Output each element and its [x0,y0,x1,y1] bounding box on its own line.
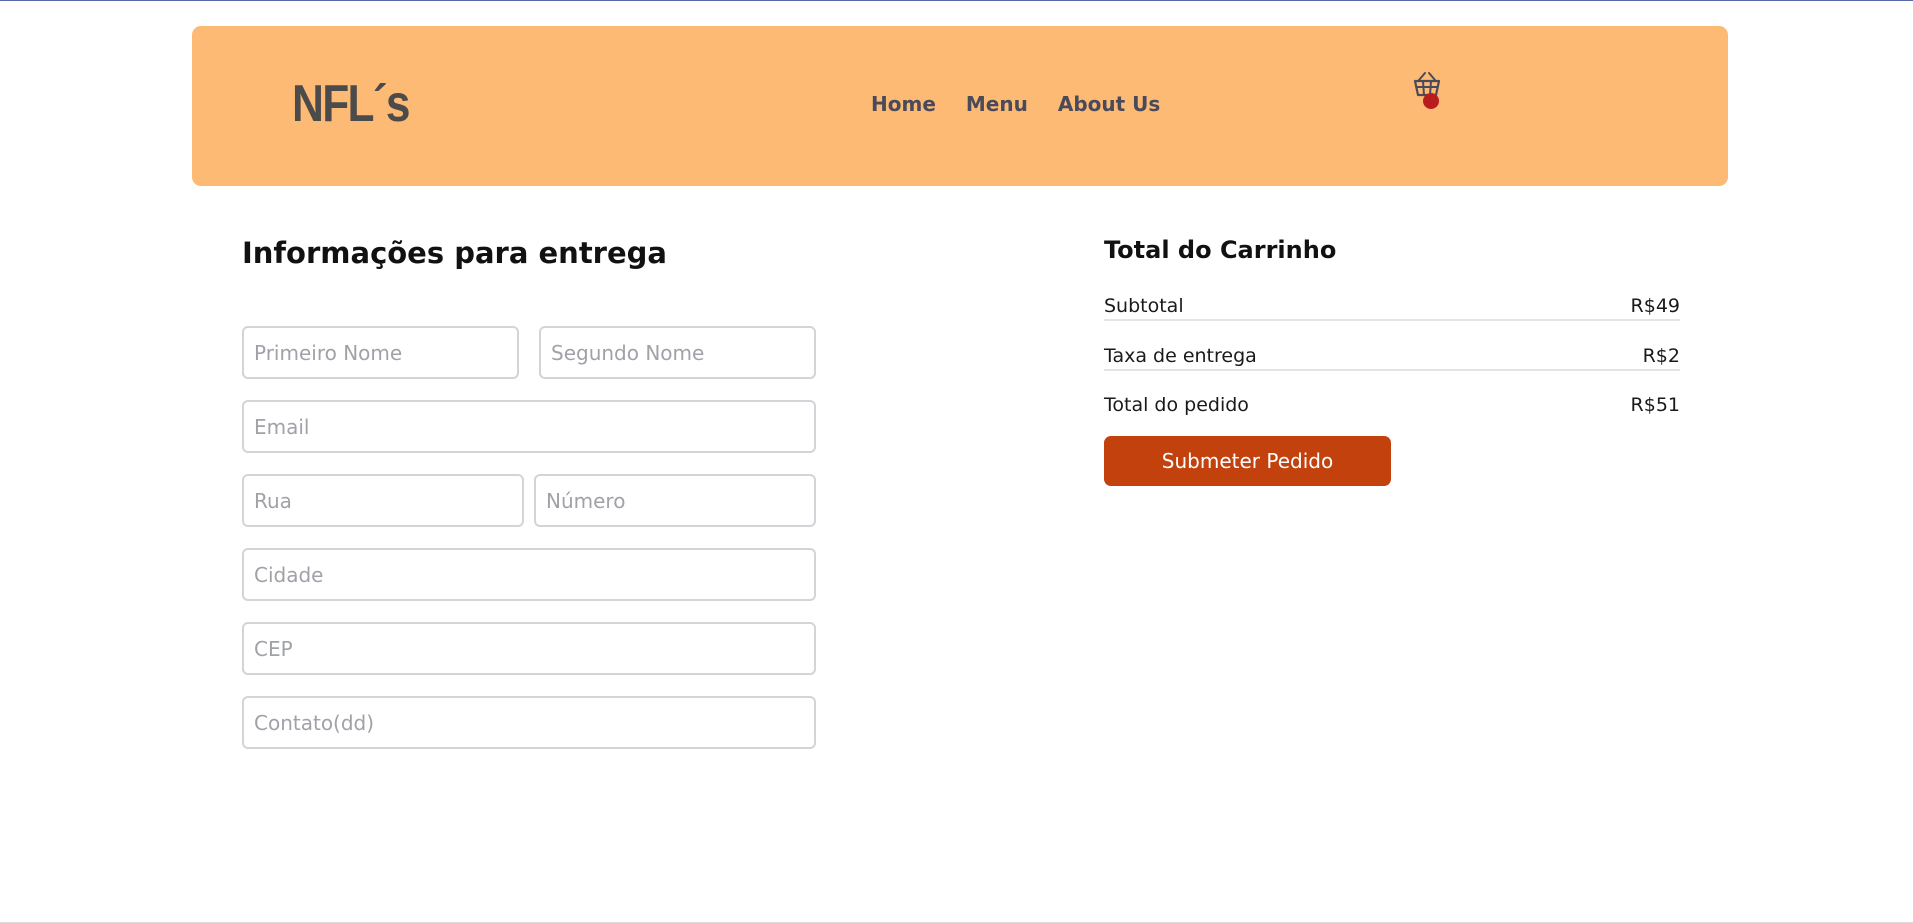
navbar: NFL´s Home Menu About Us [192,26,1728,186]
zip-input[interactable] [242,622,816,675]
first-name-input[interactable] [242,326,519,379]
cart-total: Total do Carrinho Subtotal R$49 Taxa de … [1104,236,1680,486]
number-input[interactable] [534,474,816,527]
nav-link-menu[interactable]: Menu [966,92,1028,116]
order-total-value: R$51 [1630,394,1680,417]
subtotal-row: Subtotal R$49 [1104,288,1680,318]
order-total-row: Total do pedido R$51 [1104,387,1680,417]
delivery-form: Informações para entrega [242,236,816,271]
contact-input[interactable] [242,696,816,749]
nav-link-about-us[interactable]: About Us [1058,92,1160,116]
nav-links: Home Menu About Us [871,92,1160,116]
divider [1104,369,1680,371]
last-name-input[interactable] [539,326,816,379]
subtotal-label: Subtotal [1104,295,1184,318]
delivery-fee-row: Taxa de entrega R$2 [1104,338,1680,368]
nav-link-home[interactable]: Home [871,92,936,116]
city-input[interactable] [242,548,816,601]
delivery-fee-label: Taxa de entrega [1104,345,1257,368]
cart-badge [1423,93,1439,109]
email-input[interactable] [242,400,816,453]
top-border [0,0,1913,1]
subtotal-value: R$49 [1630,295,1680,318]
order-total-label: Total do pedido [1104,394,1249,417]
delivery-fee-value: R$2 [1642,345,1680,368]
delivery-title: Informações para entrega [242,236,667,270]
cart-total-title: Total do Carrinho [1104,236,1337,264]
submit-order-button[interactable]: Submeter Pedido [1104,436,1391,486]
divider [1104,319,1680,321]
logo[interactable]: NFL´s [292,78,410,130]
street-input[interactable] [242,474,524,527]
